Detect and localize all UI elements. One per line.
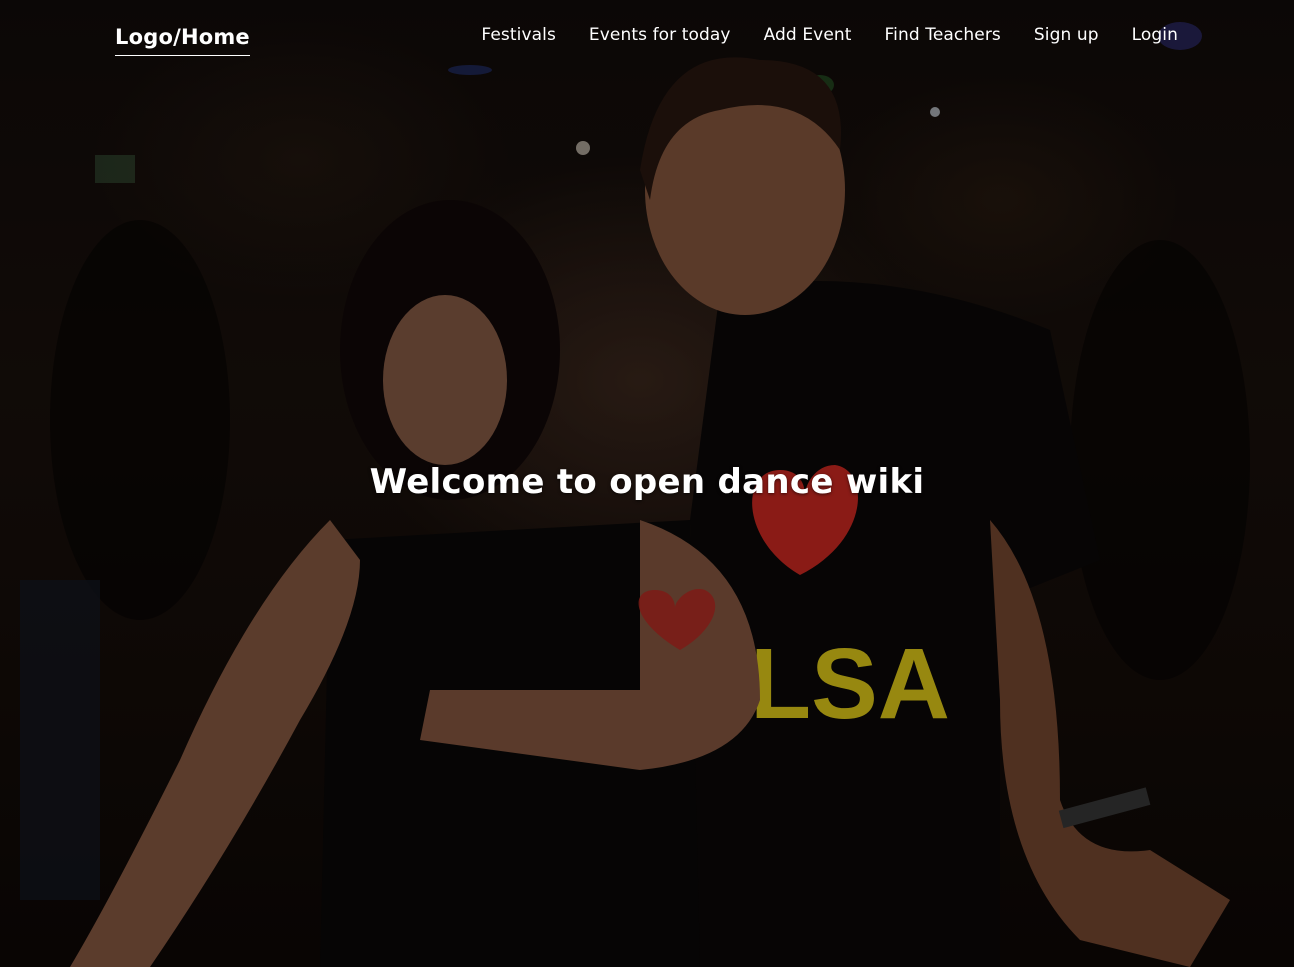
top-navigation: Logo/Home Festivals Events for today Add… xyxy=(0,0,1294,80)
nav-item-festivals[interactable]: Festivals xyxy=(481,25,556,45)
hero-title: Welcome to open dance wiki xyxy=(369,462,925,502)
nav-item-find-teachers[interactable]: Find Teachers xyxy=(885,25,1001,45)
nav-item-add-event[interactable]: Add Event xyxy=(764,25,852,45)
nav-menu: Festivals Events for today Add Event Fin… xyxy=(481,25,1178,45)
logo-home-link[interactable]: Logo/Home xyxy=(115,25,250,56)
nav-item-login[interactable]: Login xyxy=(1132,25,1178,45)
hero-section: LSA Logo/Home Festivals Events for today… xyxy=(0,0,1294,967)
nav-item-sign-up[interactable]: Sign up xyxy=(1034,25,1099,45)
nav-item-events-for-today[interactable]: Events for today xyxy=(589,25,731,45)
